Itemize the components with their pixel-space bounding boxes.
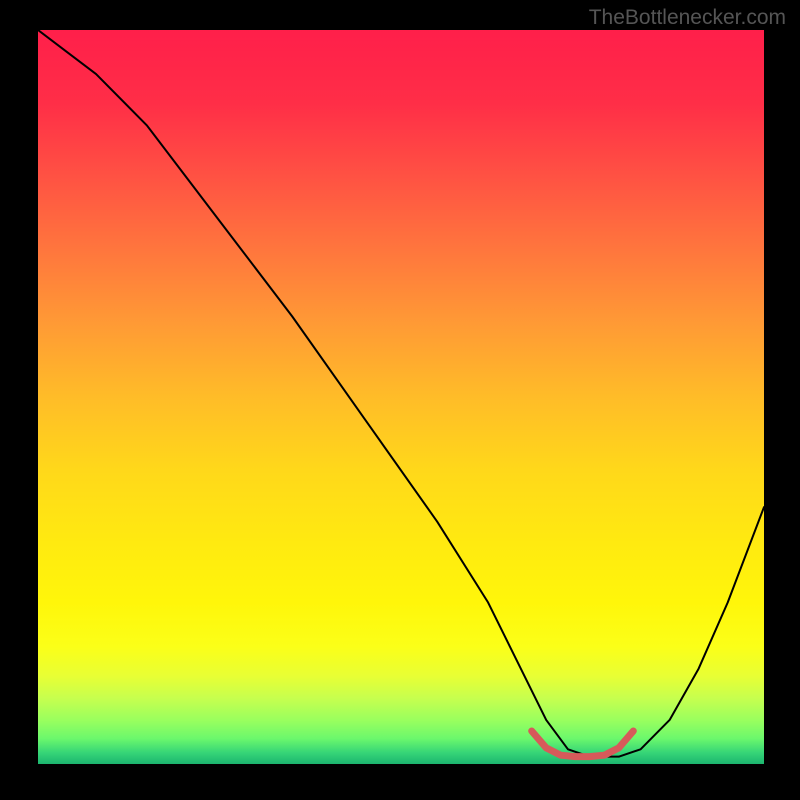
chart-background: [38, 30, 764, 764]
chart-plot-area: [38, 30, 764, 764]
chart-svg: [38, 30, 764, 764]
watermark-text: TheBottleneсker.com: [589, 6, 786, 30]
